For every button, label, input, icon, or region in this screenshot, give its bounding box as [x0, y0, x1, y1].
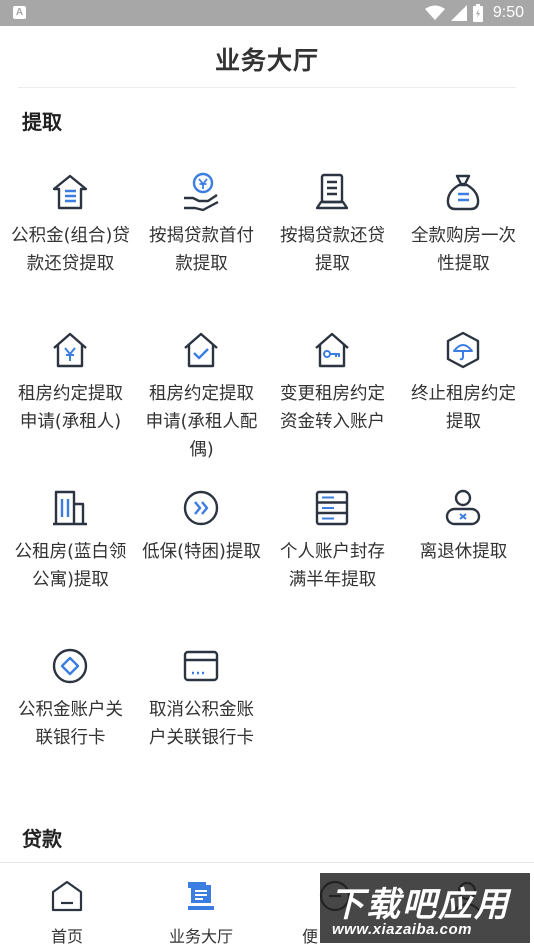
server-list-icon	[315, 490, 349, 526]
service-tile[interactable]: 终止租房约定提取	[398, 330, 529, 488]
page-title: 业务大厅	[214, 46, 319, 75]
tile-label: 租房约定提取申请(承租人)	[18, 384, 123, 432]
house-check-icon	[184, 332, 218, 368]
app-header: 业务大厅	[0, 26, 534, 88]
watermark-title: 下载吧应用	[330, 885, 510, 925]
house-key-icon	[315, 332, 349, 368]
service-tile[interactable]: 个人账户封存满半年提取	[267, 488, 398, 646]
service-tile[interactable]: 租房约定提取申请(承租人)	[5, 330, 136, 488]
person-badge-icon	[445, 489, 481, 526]
service-tile[interactable]: 低保(特困)提取	[136, 488, 267, 646]
service-tile[interactable]: 按揭贷款首付款提取	[136, 172, 267, 330]
bank-card-icon	[183, 650, 219, 682]
wifi-icon	[424, 5, 445, 20]
service-tile[interactable]: 离退休提取	[398, 488, 529, 646]
tile-label: 按揭贷款还贷提取	[280, 226, 385, 274]
home-icon	[51, 880, 83, 912]
tile-label: 变更租房约定资金转入账户	[280, 384, 385, 432]
service-tile[interactable]: 按揭贷款还贷提取	[267, 172, 398, 330]
house-yen-icon	[53, 332, 87, 368]
service-tile[interactable]: 公积金(组合)贷款还贷提取	[5, 172, 136, 330]
watermark-url: www.xiazaiba.com	[332, 921, 472, 938]
status-icons: 9:50	[424, 3, 524, 23]
service-tile[interactable]: 公积金账户关联银行卡	[5, 646, 136, 804]
hand-coin-icon	[184, 172, 219, 212]
tile-label: 公积金(组合)贷款还贷提取	[11, 226, 130, 274]
service-tile[interactable]: 取消公积金账户关联银行卡	[136, 646, 267, 804]
tile-label: 公租房(蓝白领公寓)提取	[14, 542, 127, 590]
tile-label: 租房约定提取申请(承租人配偶)	[145, 384, 258, 460]
battery-icon	[472, 4, 483, 22]
nav-home[interactable]: 首页	[0, 863, 134, 948]
umbrella-hexagon-icon	[446, 331, 480, 369]
watermark: 下载吧应用 www.xiazaiba.com	[320, 873, 530, 943]
clock: 9:50	[492, 4, 524, 21]
nav-label: 首页	[50, 927, 83, 946]
service-tile[interactable]: 公租房(蓝白领公寓)提取	[5, 488, 136, 646]
money-bag-icon	[446, 174, 480, 211]
tile-label: 离退休提取	[419, 542, 508, 562]
tile-label: 个人账户封存满半年提取	[280, 542, 385, 590]
service-tile[interactable]: 变更租房约定资金转入账户	[267, 330, 398, 488]
section-title-loan: 贷款	[22, 827, 62, 851]
tile-label: 全款购房一次性提取	[411, 226, 516, 274]
signal-icon	[450, 5, 467, 21]
circle-diamond-icon	[52, 648, 88, 684]
nav-label: 业务大厅	[168, 927, 233, 946]
section-title-withdrawal: 提取	[22, 110, 62, 134]
service-tile[interactable]: 租房约定提取申请(承租人配偶)	[136, 330, 267, 488]
building-icon	[53, 490, 87, 526]
tile-label: 终止租房约定提取	[411, 384, 516, 432]
service-tile[interactable]: 全款购房一次性提取	[398, 172, 529, 330]
tile-label: 取消公积金账户关联银行卡	[149, 700, 254, 748]
hall-stack-icon	[188, 882, 214, 910]
notification-icon: A	[13, 6, 26, 19]
divider	[18, 87, 516, 88]
document-stand-icon	[315, 173, 349, 210]
house-list-icon	[52, 174, 88, 210]
tile-label: 按揭贷款首付款提取	[149, 226, 254, 274]
nav-hall[interactable]: 业务大厅	[134, 863, 268, 948]
status-bar: A 9:50	[0, 0, 534, 26]
tile-label: 低保(特困)提取	[142, 542, 261, 562]
tile-label: 公积金账户关联银行卡	[18, 700, 123, 748]
double-chevron-circle-icon	[183, 490, 219, 526]
